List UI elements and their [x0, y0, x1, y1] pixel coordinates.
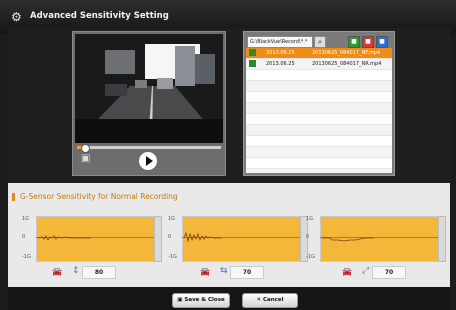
axis-label-top: 1G — [306, 216, 314, 222]
video-frame-image — [75, 34, 223, 143]
left-right-arrow-icon: ⇆ — [220, 266, 228, 276]
graph-scrollbar[interactable] — [438, 216, 446, 262]
cancel-button[interactable]: ✕ Cancel — [242, 293, 298, 308]
empty-row — [246, 92, 392, 103]
cancel-label: Cancel — [262, 297, 284, 303]
video-frame[interactable] — [75, 34, 223, 143]
filter-parking-icon[interactable]: ■ — [376, 36, 388, 48]
axis-label-zero: 0 — [22, 234, 26, 240]
empty-row — [246, 81, 392, 92]
footer-bar: ▣ Save & Close ✕ Cancel — [8, 287, 450, 310]
filter-event-icon[interactable]: ■ — [362, 36, 374, 48]
axis-label-zero: 0 — [168, 234, 172, 240]
file-list-panel: G:\BlackVue\Record\*.* ⌕ ■ ■ ■ 2013.06.2… — [243, 31, 395, 176]
axis-label-top: 1G — [168, 216, 176, 222]
file-list-item[interactable]: 2013.06.25 20130625_084017_NR.mp4 — [246, 59, 392, 70]
up-down-arrow-icon: ↕ — [72, 266, 80, 276]
gear-icon: ⚙ — [11, 10, 22, 24]
car-icon: 🚘 — [52, 267, 62, 276]
sensitivity-window: ⚙ Advanced Sensitivity Setting ▣ G:\Blac… — [0, 0, 456, 310]
file-name: 20130625_084017_NR.mp4 — [312, 61, 382, 67]
video-file-icon — [249, 49, 256, 56]
sensitivity-value-z[interactable]: 70 — [372, 266, 406, 279]
axis-label-bottom: -1G — [306, 254, 315, 260]
seek-handle[interactable] — [81, 144, 91, 153]
signal-trace — [37, 235, 91, 241]
seek-bar[interactable] — [77, 144, 221, 153]
sensitivity-control-z: 🚘 ⤢ 70 — [342, 265, 412, 279]
sensitivity-value-x[interactable]: 80 — [82, 266, 116, 279]
gsensor-graph-z: 1G 0 -1G — [306, 216, 446, 262]
window-title: Advanced Sensitivity Setting — [30, 11, 169, 21]
axis-label-bottom: -1G — [168, 254, 177, 260]
empty-row — [246, 114, 392, 125]
axis-label-zero: 0 — [306, 234, 310, 240]
car-icon: 🚘 — [200, 267, 210, 276]
open-folder-icon[interactable]: ▣ — [81, 153, 93, 165]
save-close-label: Save & Close — [184, 297, 225, 303]
graph-scrollbar[interactable] — [154, 216, 162, 262]
gsensor-graph-x: 1G 0 -1G — [22, 216, 162, 262]
signal-trace — [322, 237, 374, 242]
path-field[interactable]: G:\BlackVue\Record\*.* — [247, 36, 313, 48]
file-list: 2013.06.25 20130625_084017_NF.mp4 2013.06.… — [246, 48, 392, 173]
axis-label-top: 1G — [22, 216, 30, 222]
search-icon[interactable]: ⌕ — [314, 36, 326, 48]
file-date: 2013.06.25 — [266, 50, 295, 56]
empty-row — [246, 158, 392, 169]
video-player: ▣ — [72, 31, 226, 176]
section-title: G-Sensor Sensitivity for Normal Recordin… — [20, 192, 178, 201]
sensitivity-control-y: 🚘 ⇆ 70 — [200, 265, 270, 279]
section-marker — [12, 193, 15, 201]
empty-row — [246, 169, 392, 173]
signal-trace — [183, 231, 222, 243]
save-close-button[interactable]: ▣ Save & Close — [172, 293, 230, 308]
file-date: 2013.06.25 — [266, 61, 295, 67]
diagonal-arrow-icon: ⤢ — [362, 266, 370, 276]
play-button[interactable] — [139, 152, 157, 170]
file-list-item[interactable]: 2013.06.25 20130625_084017_NF.mp4 — [246, 48, 392, 59]
empty-row — [246, 70, 392, 81]
filter-normal-icon[interactable]: ■ — [348, 36, 360, 48]
empty-row — [246, 125, 392, 136]
empty-row — [246, 147, 392, 158]
sensitivity-value-y[interactable]: 70 — [230, 266, 264, 279]
axis-label-bottom: -1G — [22, 254, 31, 260]
empty-row — [246, 136, 392, 147]
sensitivity-control-x: 🚘 ↕ 80 — [52, 265, 122, 279]
video-file-icon — [249, 60, 256, 67]
empty-row — [246, 103, 392, 114]
gsensor-graph-y: 1G 0 -1G — [168, 216, 308, 262]
car-icon: 🚘 — [342, 267, 352, 276]
file-name: 20130625_084017_NF.mp4 — [312, 50, 381, 56]
